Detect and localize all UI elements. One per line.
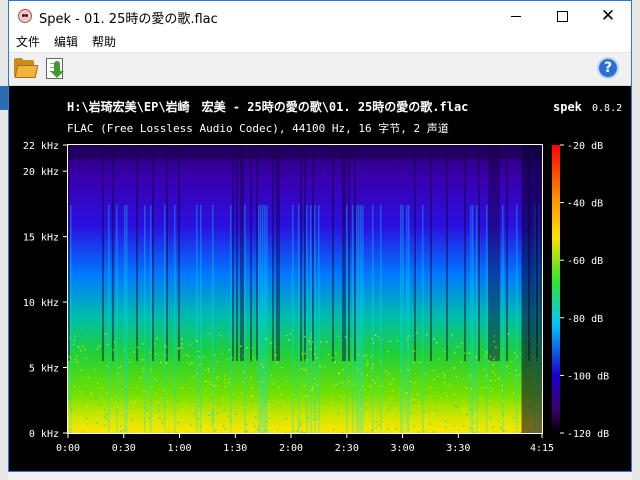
- time-tick-label: 1:00: [167, 443, 191, 454]
- minimize-button[interactable]: [493, 1, 539, 31]
- window-title: Spek - 01. 25時の愛の歌.flac: [39, 12, 218, 27]
- menu-help[interactable]: 帮助: [90, 33, 118, 50]
- app-name-label: spek: [553, 100, 583, 114]
- db-tick-label: -120 dB: [567, 429, 609, 440]
- freq-tick-label: 0 kHz: [29, 429, 59, 440]
- desktop-selection-strip: [0, 86, 8, 110]
- db-color-legend: [552, 145, 560, 433]
- frequency-axis: 22 kHz 20 kHz 15 kHz 10 kHz 5 kHz 0 kHz: [23, 141, 68, 440]
- title-bar[interactable]: Spek - 01. 25時の愛の歌.flac ✕: [9, 1, 631, 31]
- desktop-background-right: [632, 0, 640, 480]
- spectrogram-view: H:\岩琦宏美\EP\岩崎 宏美 - 25時の愛の歌\01. 25時の愛の歌.f…: [9, 86, 631, 471]
- freq-tick-label: 5 kHz: [29, 364, 59, 375]
- menu-file[interactable]: 文件: [14, 33, 42, 50]
- freq-tick-label: 10 kHz: [23, 298, 59, 309]
- time-axis: 0:00 0:30 1:00 1:30 2:00 2:30 3:00 3:30 4:15: [56, 433, 554, 454]
- time-tick-label: 1:30: [223, 443, 247, 454]
- time-tick-label: 2:00: [279, 443, 303, 454]
- time-tick-label: 0:30: [112, 443, 136, 454]
- time-tick-label: 3:00: [391, 443, 415, 454]
- db-tick-label: -80 dB: [567, 314, 603, 325]
- time-tick-label: 4:15: [530, 443, 554, 454]
- spek-window: Spek - 01. 25時の愛の歌.flac ✕ 文件 编辑 帮助 ? H:\…: [8, 0, 632, 472]
- spectrogram-image: [68, 145, 542, 433]
- freq-tick-label: 15 kHz: [23, 233, 59, 244]
- spectrogram-svg: H:\岩琦宏美\EP\岩崎 宏美 - 25時の愛の歌\01. 25時の愛の歌.f…: [23, 99, 622, 454]
- close-icon: ✕: [600, 5, 616, 26]
- toolbar: ?: [9, 53, 631, 86]
- freq-tick-label: 20 kHz: [23, 167, 59, 178]
- help-button[interactable]: ?: [597, 57, 619, 79]
- freq-tick-label: 22 kHz: [23, 141, 59, 152]
- db-tick-label: -40 dB: [567, 199, 603, 210]
- app-version-label: 0.8.2: [592, 103, 622, 114]
- close-button[interactable]: ✕: [585, 1, 631, 31]
- audio-info-label: FLAC (Free Lossless Audio Codec), 44100 …: [67, 121, 449, 135]
- minimize-icon: [511, 15, 521, 17]
- db-tick-label: -20 dB: [567, 141, 603, 152]
- time-tick-label: 3:30: [446, 443, 470, 454]
- db-tick-label: -100 dB: [567, 371, 609, 382]
- maximize-icon: [556, 10, 568, 22]
- help-icon: ?: [603, 60, 613, 76]
- menu-bar: 文件 编辑 帮助: [9, 31, 631, 53]
- time-tick-label: 2:30: [335, 443, 359, 454]
- time-tick-label: 0:00: [56, 443, 80, 454]
- file-path-label: H:\岩琦宏美\EP\岩崎 宏美 - 25時の愛の歌\01. 25時の愛の歌.f…: [67, 99, 468, 114]
- db-tick-label: -60 dB: [567, 256, 603, 267]
- maximize-button[interactable]: [539, 1, 585, 31]
- spek-app-icon: [18, 9, 32, 23]
- save-image-button[interactable]: [43, 57, 69, 81]
- menu-edit[interactable]: 编辑: [52, 33, 80, 50]
- db-legend-axis: -20 dB -40 dB -60 dB -80 dB -100 dB -120 dB: [560, 141, 609, 440]
- desktop-background-left: [0, 0, 8, 480]
- open-file-button[interactable]: [13, 57, 39, 81]
